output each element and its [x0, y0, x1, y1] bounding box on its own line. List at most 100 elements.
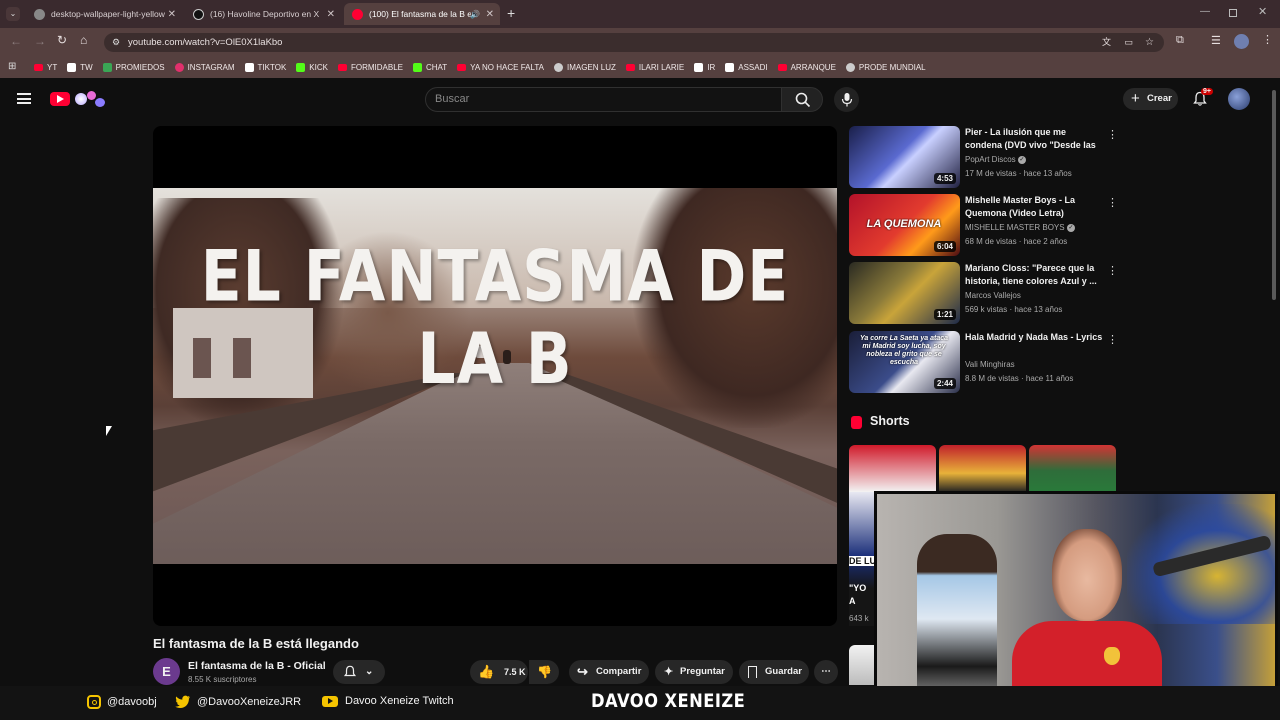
- video-thumbnail[interactable]: Ya corre La Saeta ya ataca mi Madrid soy…: [849, 331, 960, 393]
- bookmark-14[interactable]: PRODE MUNDIAL: [845, 62, 926, 72]
- translate-icon[interactable]: 文: [1102, 33, 1111, 52]
- bookmark-13[interactable]: ARRANQUE: [777, 62, 836, 72]
- doodle-logo[interactable]: [73, 89, 109, 109]
- recommendation-card[interactable]: LA QUEMONA 6:04 Mishelle Master Boys - La …: [849, 194, 1119, 256]
- speaker-icon[interactable]: 🔊: [470, 10, 480, 19]
- forward-icon[interactable]: →: [34, 34, 46, 48]
- bookmark-label: YT: [47, 62, 58, 72]
- bookmark-0[interactable]: YT: [34, 63, 57, 72]
- instagram-handle: @davoobj: [107, 696, 157, 708]
- bookmark-1[interactable]: TW: [67, 62, 93, 72]
- dislike-button[interactable]: 👎: [529, 660, 559, 684]
- share-button[interactable]: ↪ Compartir: [569, 660, 649, 684]
- recommendation-card[interactable]: 4:53 Pier - La ilusión que me condena (DV…: [849, 126, 1119, 188]
- x-icon: [725, 62, 735, 72]
- more-vertical-icon[interactable]: ⋮: [1107, 128, 1118, 141]
- home-icon[interactable]: ⌂: [80, 33, 87, 47]
- recommendation-meta: 68 M de vistas · hace 2 años: [965, 237, 1068, 246]
- short-card-thumb-lower[interactable]: [849, 645, 874, 685]
- hamburger-menu-icon[interactable]: [17, 93, 31, 104]
- page-scrollbar[interactable]: [1272, 90, 1276, 300]
- bookmark-star-icon[interactable]: ☆: [1145, 33, 1154, 52]
- recommendation-title[interactable]: Pier - La ilusión que me condena (DVD vi…: [965, 126, 1105, 152]
- bookmark-10[interactable]: ILARI LARIE: [625, 62, 685, 72]
- account-avatar[interactable]: [1228, 88, 1250, 110]
- bookmark-label: ARRANQUE: [790, 62, 836, 72]
- minimize-icon[interactable]: —: [1200, 6, 1210, 17]
- video-thumbnail[interactable]: 1:21: [849, 262, 960, 324]
- more-actions-button[interactable]: ⋯: [814, 660, 838, 684]
- window-close-icon[interactable]: ✕: [1258, 5, 1267, 18]
- subscribe-bell-button[interactable]: ⌄: [333, 660, 385, 684]
- video-player[interactable]: EL FANTASMA DE LA B: [153, 126, 837, 626]
- bookmark-11[interactable]: IR: [694, 62, 715, 72]
- youtube-icon: [457, 63, 467, 71]
- short-card[interactable]: [939, 445, 1026, 492]
- duration-badge: 2:44: [933, 378, 956, 389]
- apps-grid-icon[interactable]: ⊞: [8, 61, 16, 72]
- recommendation-card[interactable]: Ya corre La Saeta ya ataca mi Madrid soy…: [849, 331, 1119, 393]
- recommendation-channel[interactable]: PopArt Discos ✓: [965, 155, 1026, 164]
- bookmark-7[interactable]: CHAT: [412, 62, 447, 72]
- like-button[interactable]: 👍 7.5 K: [470, 660, 528, 684]
- search-button[interactable]: [781, 87, 823, 112]
- short-card[interactable]: [849, 445, 936, 492]
- notifications-button[interactable]: 9+: [1192, 88, 1213, 109]
- video-thumbnail[interactable]: 4:53: [849, 126, 960, 188]
- short-card[interactable]: [1029, 445, 1116, 492]
- extensions-icon[interactable]: ⧉: [1176, 34, 1184, 47]
- bookmark-6[interactable]: FORMIDABLE: [337, 63, 403, 72]
- save-button[interactable]: Guardar: [739, 660, 809, 684]
- bookmark-12[interactable]: ASSADI: [725, 62, 768, 72]
- new-tab-button[interactable]: +: [507, 5, 515, 21]
- close-icon[interactable]: ✕: [327, 9, 335, 20]
- youtube-logo[interactable]: [50, 92, 70, 106]
- tab-search-menu-icon[interactable]: ⌄: [6, 7, 20, 21]
- bookmark-label: ILARI LARIE: [638, 62, 685, 72]
- tab-wallpaper[interactable]: desktop-wallpaper-light-yellow ✕: [26, 3, 182, 25]
- site-info-icon[interactable]: ⚙: [112, 33, 120, 52]
- twitter-icon: [175, 695, 190, 708]
- close-icon[interactable]: ✕: [168, 9, 176, 20]
- recommendation-channel[interactable]: MISHELLE MASTER BOYS ✓: [965, 223, 1075, 232]
- recommendation-title[interactable]: Hala Madrid y Nada Mas - Lyrics: [965, 331, 1105, 344]
- short-card-partial[interactable]: DE LUJ "YO A JUAN 643 k: [849, 492, 874, 626]
- reading-list-icon[interactable]: ☰: [1211, 34, 1221, 47]
- search-input[interactable]: Buscar: [425, 87, 782, 112]
- channel-avatar[interactable]: E: [153, 658, 180, 685]
- duration-badge: 6:04: [933, 241, 956, 252]
- bookmark-2[interactable]: PROMIEDOS: [102, 62, 165, 72]
- recommendation-channel[interactable]: Vali Minghiras: [965, 360, 1015, 369]
- ask-button[interactable]: ✦ Preguntar: [655, 660, 733, 684]
- bookmark-5[interactable]: KICK: [296, 62, 328, 72]
- more-vertical-icon[interactable]: ⋮: [1107, 264, 1118, 277]
- voice-search-button[interactable]: [834, 87, 859, 112]
- back-icon[interactable]: ←: [10, 34, 22, 48]
- address-bar[interactable]: ⚙ youtube.com/watch?v=OlE0X1laKbo 文 ▭ ☆: [104, 33, 1164, 52]
- maximize-icon[interactable]: [1229, 9, 1237, 17]
- bookmark-3[interactable]: INSTAGRAM: [174, 62, 235, 72]
- channel-name[interactable]: El fantasma de la B - Oficial: [188, 660, 326, 672]
- more-vertical-icon[interactable]: ⋮: [1107, 333, 1118, 346]
- sparkle-icon: ✦: [664, 666, 674, 678]
- more-vertical-icon[interactable]: ⋮: [1107, 196, 1118, 209]
- cast-icon[interactable]: ▭: [1124, 33, 1133, 52]
- reload-icon[interactable]: ↻: [57, 33, 67, 47]
- recommendation-title[interactable]: Mishelle Master Boys - La Quemona (Video…: [965, 194, 1105, 220]
- tab-havoline[interactable]: (16) Havoline Deportivo en X ✕: [185, 3, 341, 25]
- profile-avatar[interactable]: [1234, 34, 1249, 49]
- bookmark-8[interactable]: YA NO HACE FALTA: [457, 63, 544, 72]
- thumbnail-text: Ya corre La Saeta ya ataca mi Madrid soy…: [859, 335, 949, 367]
- recommendation-meta: 569 k vistas · hace 13 años: [965, 305, 1063, 314]
- bookmark-4[interactable]: TIKTOK: [244, 62, 286, 72]
- channel-label: PopArt Discos: [965, 155, 1016, 164]
- create-button[interactable]: + Crear: [1123, 88, 1178, 110]
- bookmark-9[interactable]: IMAGEN LUZ: [553, 62, 616, 72]
- tab-fantasma[interactable]: (100) El fantasma de la B e 🔊 ✕: [344, 3, 500, 25]
- recommendation-channel[interactable]: Marcos Vallejos: [965, 291, 1021, 300]
- recommendation-title[interactable]: Mariano Closs: "Parece que la historia, …: [965, 262, 1105, 288]
- recommendation-card[interactable]: 1:21 Mariano Closs: "Parece que la histor…: [849, 262, 1119, 324]
- browser-menu-icon[interactable]: ⋮: [1262, 33, 1273, 46]
- close-icon[interactable]: ✕: [486, 9, 494, 20]
- video-thumbnail[interactable]: LA QUEMONA 6:04: [849, 194, 960, 256]
